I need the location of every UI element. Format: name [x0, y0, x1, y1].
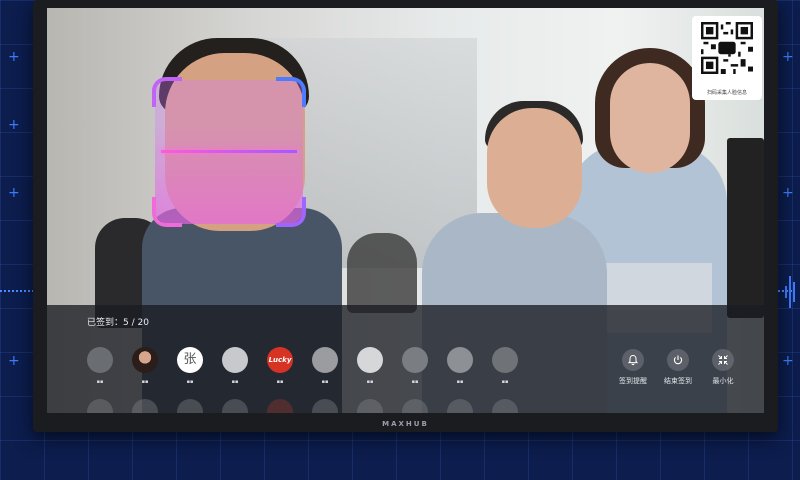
- user-avatar-logo[interactable]: Lucky: [267, 347, 293, 373]
- avatar-name: ▪▪: [276, 379, 284, 385]
- qr-label: 扫码采集人脸信息: [706, 90, 747, 96]
- qr-code-icon: [701, 22, 753, 74]
- user-avatar-initial[interactable]: 张: [177, 347, 203, 373]
- brand-logo: MAXHUB: [382, 420, 429, 428]
- plus-decoration-icon: +: [8, 353, 20, 369]
- bell-icon: [622, 349, 644, 371]
- plus-decoration-icon: +: [8, 49, 20, 65]
- scan-line: [161, 150, 297, 153]
- pc-monitor: [727, 138, 764, 318]
- avatar-name: ▪▪: [366, 379, 374, 385]
- frame-corner: [276, 197, 306, 227]
- plus-decoration-icon: +: [8, 185, 20, 201]
- avatar-name: ▪▪: [231, 379, 239, 385]
- signal-wave-icon: [785, 276, 795, 308]
- user-avatar-icon[interactable]: [132, 347, 158, 373]
- user-avatar-icon[interactable]: [402, 347, 428, 373]
- plus-decoration-icon: +: [782, 49, 794, 65]
- frame-corner: [152, 77, 182, 107]
- avatar-name: ▪▪: [456, 379, 464, 385]
- remind-button[interactable]: 签到提醒: [608, 349, 658, 386]
- remind-label: 签到提醒: [619, 377, 647, 385]
- minimize-button[interactable]: 最小化: [698, 349, 748, 386]
- user-avatar-icon[interactable]: [222, 347, 248, 373]
- user-avatar-icon[interactable]: [87, 347, 113, 373]
- display-monitor: 扫码采集人脸信息 已签到：5 / 20 ▪▪ ▪▪ 张 ▪▪ ▪▪ Lucky …: [33, 0, 778, 432]
- avatar-name: ▪▪: [96, 379, 104, 385]
- user-avatar-icon[interactable]: [357, 347, 383, 373]
- user-avatar-icon[interactable]: [492, 347, 518, 373]
- woman-face: [610, 63, 690, 173]
- avatar-name: ▪▪: [411, 379, 419, 385]
- collapse-icon: [712, 349, 734, 371]
- plus-decoration-icon: +: [782, 353, 794, 369]
- man-glasses-face: [487, 108, 582, 228]
- office-chair: [347, 233, 417, 313]
- plus-decoration-icon: +: [8, 117, 20, 133]
- plus-decoration-icon: +: [782, 185, 794, 201]
- dotted-line-decoration: [0, 290, 34, 292]
- frame-corner: [276, 77, 306, 107]
- camera-screen: 扫码采集人脸信息 已签到：5 / 20 ▪▪ ▪▪ 张 ▪▪ ▪▪ Lucky …: [47, 8, 764, 413]
- end-label: 结束签到: [664, 377, 692, 385]
- power-icon: [667, 349, 689, 371]
- avatar-name: ▪▪: [321, 379, 329, 385]
- minimize-label: 最小化: [712, 377, 734, 385]
- qr-card[interactable]: 扫码采集人脸信息: [692, 16, 762, 100]
- checkin-count: 已签到：5 / 20: [87, 318, 149, 328]
- user-avatar-icon[interactable]: [447, 347, 473, 373]
- avatar-name: ▪▪: [141, 379, 149, 385]
- checkin-panel: 已签到：5 / 20 ▪▪ ▪▪ 张 ▪▪ ▪▪ Lucky ▪▪ ▪▪ ▪▪ …: [47, 305, 764, 413]
- avatar-name: ▪▪: [186, 379, 194, 385]
- user-avatar-icon[interactable]: [312, 347, 338, 373]
- end-checkin-button[interactable]: 结束签到: [653, 349, 703, 386]
- avatar-name: ▪▪: [501, 379, 509, 385]
- frame-corner: [152, 197, 182, 227]
- face-detection-frame: [152, 77, 306, 227]
